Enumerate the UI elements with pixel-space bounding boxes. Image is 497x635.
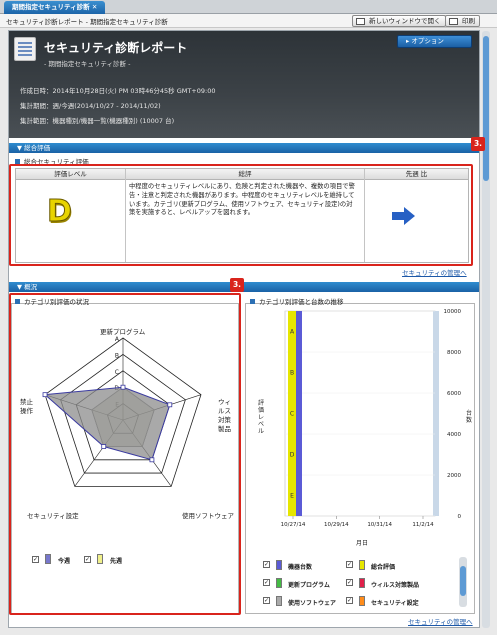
legend-checkbox[interactable]: ✓ [263, 597, 270, 604]
legend-scrollbar-thumb[interactable] [460, 566, 466, 596]
y2-tick-label: 2000 [447, 473, 461, 479]
y2-tick-label: 6000 [447, 391, 461, 397]
y-tick-label: B [290, 370, 294, 377]
trend-chart: 0200040006000800010000ABCDE10/27/14 10/29… [281, 309, 462, 528]
y2-tick-label: 10000 [444, 309, 462, 315]
trend-title: カテゴリ別評価と台数の推移 [250, 296, 344, 306]
legend-checkbox[interactable]: ✓ [346, 579, 353, 586]
print-button[interactable]: 印刷 [445, 15, 480, 27]
legend-checkbox[interactable]: ✓ [346, 561, 353, 568]
y2-tick-label: 8000 [447, 350, 461, 356]
y-tick-label: C [290, 411, 294, 418]
y2-axis-band [433, 311, 439, 516]
summary-section-header[interactable]: ▼ 総合評価 [9, 143, 479, 153]
legend-checkbox[interactable]: ✓ [263, 579, 270, 586]
highlight-summary [9, 164, 473, 266]
legend-checkbox[interactable]: ✓ [263, 561, 270, 568]
y2-tick-label: 4000 [447, 432, 461, 438]
legend-checkbox[interactable]: ✓ [346, 597, 353, 604]
page-title: セキュリティ診断レポート [44, 41, 188, 55]
security-management-link-2[interactable]: セキュリティの管理へ [408, 616, 473, 626]
window-icon [356, 18, 365, 25]
annotation-badge: 3. [230, 278, 244, 292]
y-axis-title: 評価レベル [258, 400, 265, 435]
annotation-badge: 3. [471, 137, 485, 151]
tab-period-diagnosis[interactable]: 期間指定セキュリティ診断 ✕ [4, 1, 106, 14]
option-button[interactable]: ▸ オプション [397, 35, 472, 48]
legend-label: 総合評価 [371, 564, 396, 571]
x-tick-label: 10/29/14 [324, 522, 349, 528]
legend-swatch [276, 578, 282, 588]
x-axis-title: 月日 [356, 540, 369, 547]
legend-label: ウィルス対策製品 [371, 582, 420, 589]
page-subtitle: - 期間指定セキュリティ診断 - [44, 60, 131, 68]
legend-swatch [359, 578, 365, 588]
security-management-link[interactable]: セキュリティの管理へ [402, 267, 467, 277]
y2-axis-title: 台数 [466, 410, 473, 424]
highlight-radar [9, 293, 241, 615]
legend-label: セキュリティ設定 [371, 600, 419, 607]
legend-label: 機器台数 [288, 564, 313, 571]
x-tick-label: 11/2/14 [412, 522, 434, 528]
period-info: 集計期間：週/今週(2014/10/27 - 2014/11/02) [20, 102, 161, 110]
y-tick-label: D [290, 452, 295, 459]
y-tick-label: E [290, 493, 294, 500]
breadcrumb-text[interactable]: セキュリティ診断レポート - 期間指定セキュリティ診断 [6, 16, 168, 26]
y2-tick-label: 0 [458, 514, 462, 520]
x-tick-label: 10/31/14 [367, 522, 392, 528]
legend-swatch [359, 560, 365, 570]
legend-swatch [276, 596, 282, 606]
plot-area [284, 310, 436, 517]
x-tick-label: 10/27/14 [281, 522, 306, 528]
printer-icon [449, 18, 458, 25]
new-window-button[interactable]: 新しいウィンドウで開く [352, 15, 446, 27]
legend-swatch [276, 560, 282, 570]
legend-label: 更新プログラム [288, 582, 330, 589]
bar-device-count [296, 311, 302, 516]
tab-label: 期間指定セキュリティ診断 [12, 3, 90, 11]
scrollbar-thumb[interactable] [483, 36, 489, 181]
overview-section-header[interactable]: ▼ 概況 [9, 282, 479, 292]
legend-swatch [359, 596, 365, 606]
report-icon [14, 37, 36, 61]
created-info: 作成日時：2014年10月28日(火) PM 03時46分45秒 GMT+09:… [20, 87, 216, 95]
scope-info: 集計範囲：機器種別/機器一覧(機器種別) (10007 台) [20, 117, 175, 125]
legend-label: 使用ソフトウェア [288, 600, 337, 607]
